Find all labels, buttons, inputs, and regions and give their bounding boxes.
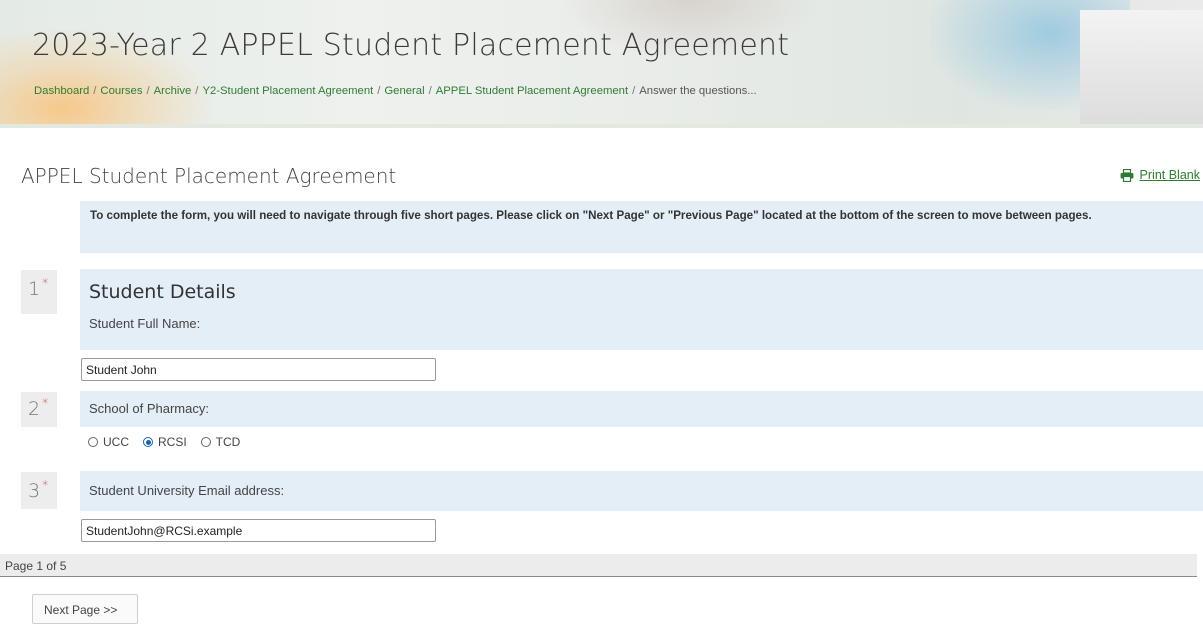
required-marker: * <box>42 276 49 290</box>
required-marker: * <box>42 478 49 492</box>
required-marker: * <box>42 396 49 410</box>
printer-icon <box>1120 168 1133 182</box>
section-title: APPEL Student Placement Agreement <box>21 164 397 188</box>
radio-tcd[interactable]: TCD <box>200 435 241 449</box>
breadcrumb-separator: / <box>632 85 636 97</box>
question-3-label: Student University Email address: <box>89 483 285 498</box>
question-1: Student Details Student Full Name: <box>80 269 1203 350</box>
question-number: 2 <box>28 398 41 420</box>
breadcrumb-archive[interactable]: Archive <box>154 85 192 97</box>
breadcrumb-dashboard[interactable]: Dashboard <box>34 85 89 97</box>
question-2-label: School of Pharmacy: <box>89 401 209 416</box>
question-2-number: 2 * <box>21 392 57 427</box>
breadcrumb-separator: / <box>428 85 432 97</box>
header-divider <box>0 124 1203 128</box>
radio-ucc-label: UCC <box>103 435 129 449</box>
question-3-number: 3 * <box>21 472 57 509</box>
page-status: Page 1 of 5 <box>5 559 67 573</box>
page-status-bar: Page 1 of 5 <box>0 554 1197 577</box>
header-banner-panel <box>1080 10 1203 128</box>
instructions-text: To complete the form, you will need to n… <box>80 201 1203 253</box>
radio-rcsi-label: RCSI <box>158 435 187 449</box>
question-1-heading: Student Details <box>89 281 236 303</box>
question-1-label: Student Full Name: <box>89 316 201 331</box>
breadcrumb-activity[interactable]: APPEL Student Placement Agreement <box>436 85 628 97</box>
radio-rcsi[interactable]: RCSI <box>143 435 187 449</box>
question-3: Student University Email address: <box>80 471 1203 511</box>
next-page-button[interactable]: Next Page >> <box>32 594 138 624</box>
breadcrumb: Dashboard / Courses / Archive / Y2-Student Pla… <box>34 85 757 97</box>
radio-unchecked-icon[interactable] <box>200 437 211 447</box>
breadcrumb-separator: / <box>377 85 381 97</box>
breadcrumb-current: Answer the questions... <box>639 85 757 97</box>
student-email-input[interactable] <box>81 519 436 542</box>
breadcrumb-separator: / <box>93 85 97 97</box>
radio-unchecked-icon[interactable] <box>88 437 98 447</box>
question-2: School of Pharmacy: <box>80 391 1203 427</box>
question-number: 3 <box>28 480 41 502</box>
page-title: 2023-Year 2 APPEL Student Placement Agre… <box>32 28 790 63</box>
question-number: 1 <box>28 278 41 300</box>
question-1-number: 1 * <box>21 270 57 314</box>
breadcrumb-separator: / <box>195 85 199 97</box>
school-radio-group: UCC RCSI TCD <box>88 435 254 449</box>
page-header: 2023-Year 2 APPEL Student Placement Agre… <box>0 0 1203 128</box>
student-full-name-input[interactable] <box>81 358 436 381</box>
breadcrumb-general[interactable]: General <box>384 85 424 97</box>
breadcrumb-separator: / <box>146 85 150 97</box>
breadcrumb-courses[interactable]: Courses <box>100 85 142 97</box>
print-blank-link[interactable]: Print Blank <box>1120 168 1200 182</box>
print-blank-label: Print Blank <box>1139 168 1200 182</box>
radio-tcd-label: TCD <box>215 435 241 449</box>
radio-checked-icon[interactable] <box>143 437 153 447</box>
radio-ucc[interactable]: UCC <box>88 435 129 449</box>
breadcrumb-course[interactable]: Y2-Student Placement Agreement <box>202 85 373 97</box>
